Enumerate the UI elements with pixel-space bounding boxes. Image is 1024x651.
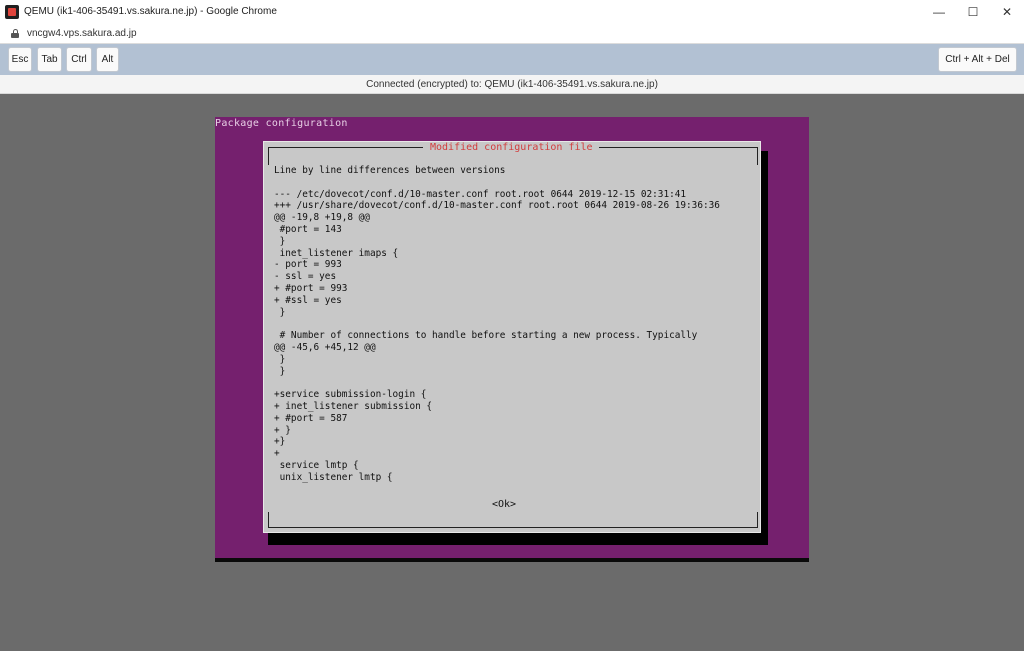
- diff-line: + #port = 993: [274, 282, 348, 294]
- app-icon: [5, 4, 19, 19]
- diff-line: --- /etc/dovecot/conf.d/10-master.conf r…: [274, 188, 687, 200]
- dialog-frame-left-bottom: [268, 512, 269, 528]
- dialog-title: Modified configuration file: [424, 142, 599, 154]
- window-controls: — ☐ ✕: [922, 0, 1024, 23]
- dialog-frame-right-top: [757, 147, 758, 165]
- dialog-frame-right-bottom: [757, 512, 758, 528]
- dialog-frame-left-top: [268, 147, 269, 165]
- window-title-bar: QEMU (ik1-406-35491.vs.sakura.ne.jp) - G…: [0, 0, 1024, 24]
- diff-line: +service submission-login {: [274, 389, 427, 401]
- alt-key-button[interactable]: Alt: [96, 47, 119, 72]
- esc-key-button[interactable]: Esc: [8, 47, 32, 72]
- vnc-screen-bottom-edge: [215, 558, 809, 562]
- vnc-screen[interactable]: Package configuration Modified configura…: [215, 117, 809, 562]
- dialog-frame-bottom: [268, 527, 758, 528]
- diff-line: +}: [274, 436, 286, 448]
- diff-line: inet_listener imaps {: [274, 247, 399, 259]
- diff-line: @@ -19,8 +19,8 @@: [274, 212, 370, 224]
- address-bar[interactable]: vncgw4.vps.sakura.ad.jp: [0, 23, 1024, 44]
- diff-line: # Number of connections to handle before…: [274, 330, 698, 342]
- diff-line: + #ssl = yes: [274, 294, 342, 306]
- diff-line: @@ -45,6 +45,12 @@: [274, 341, 376, 353]
- diff-text: Line by line differences between version…: [274, 165, 754, 484]
- diff-line: Line by line differences between version…: [274, 165, 506, 176]
- diff-line: + inet_listener submission {: [274, 400, 433, 412]
- ctrl-key-button[interactable]: Ctrl: [66, 47, 92, 72]
- diff-line: +++ /usr/share/dovecot/conf.d/10-master.…: [274, 200, 720, 212]
- dialog-frame-top-right: [598, 147, 758, 148]
- diff-line: }: [274, 353, 286, 365]
- window-title: QEMU (ik1-406-35491.vs.sakura.ne.jp) - G…: [24, 6, 277, 17]
- lock-icon[interactable]: [11, 28, 19, 38]
- diff-line: unix_listener lmtp {: [274, 471, 393, 483]
- connection-status: Connected (encrypted) to: QEMU (ik1-406-…: [0, 75, 1024, 94]
- maximize-button[interactable]: ☐: [956, 0, 990, 23]
- diff-line: - ssl = yes: [274, 271, 337, 283]
- diff-line: + #port = 587: [274, 412, 348, 424]
- dialog-frame-top-left: [268, 147, 423, 148]
- diff-line: #port = 143: [274, 223, 342, 235]
- diff-line: }: [274, 306, 286, 318]
- close-button[interactable]: ✕: [990, 0, 1024, 23]
- diff-line: [274, 318, 754, 330]
- vnc-toolbar: Esc Tab Ctrl Alt Ctrl + Alt + Del: [0, 44, 1024, 75]
- url-text[interactable]: vncgw4.vps.sakura.ad.jp: [27, 28, 137, 39]
- diff-line: - port = 993: [274, 259, 342, 271]
- ctrl-alt-del-button[interactable]: Ctrl + Alt + Del: [938, 47, 1017, 72]
- config-diff-dialog: Modified configuration file Line by line…: [263, 141, 761, 533]
- diff-line: +: [274, 448, 280, 460]
- diff-line: + }: [274, 424, 291, 436]
- connection-status-text: Connected (encrypted) to: QEMU (ik1-406-…: [366, 78, 658, 90]
- diff-line: [274, 377, 754, 389]
- diff-line: service lmtp {: [274, 459, 359, 471]
- minimize-button[interactable]: —: [922, 0, 956, 23]
- diff-line: [274, 177, 754, 189]
- diff-line: }: [274, 365, 286, 377]
- package-configuration-title: Package configuration: [215, 118, 348, 129]
- tab-key-button[interactable]: Tab: [37, 47, 62, 72]
- diff-line: }: [274, 235, 286, 247]
- ok-button[interactable]: <Ok>: [492, 499, 516, 510]
